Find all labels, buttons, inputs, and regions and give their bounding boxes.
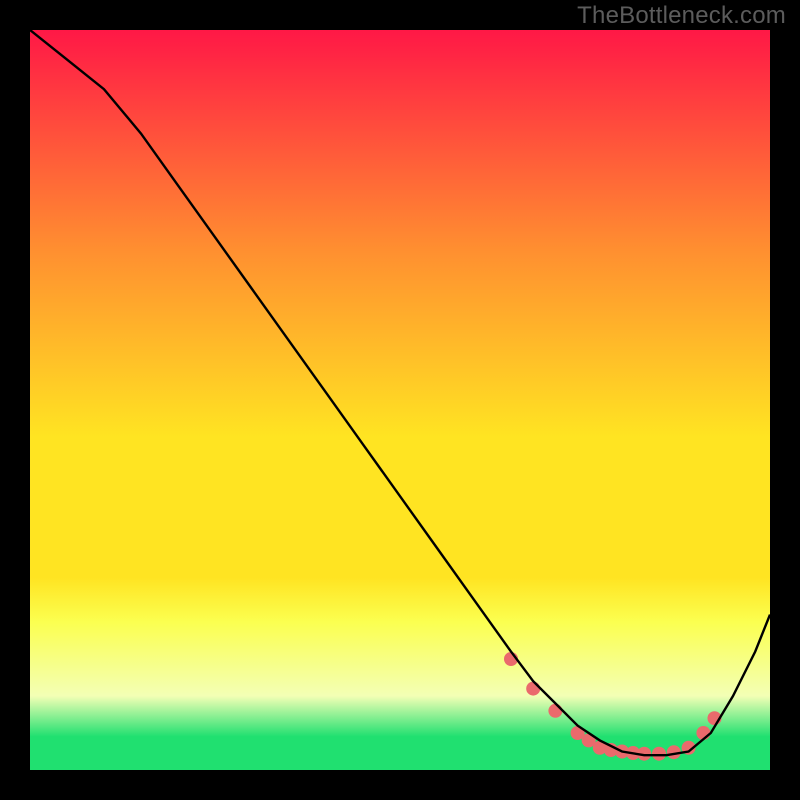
bottleneck-chart [0, 0, 800, 800]
marker-dot [526, 682, 540, 696]
marker-dot [548, 704, 562, 718]
gradient-background [30, 30, 770, 770]
watermark-text: TheBottleneck.com [577, 2, 786, 30]
marker-dot [652, 747, 666, 761]
chart-stage: TheBottleneck.com [0, 0, 800, 800]
